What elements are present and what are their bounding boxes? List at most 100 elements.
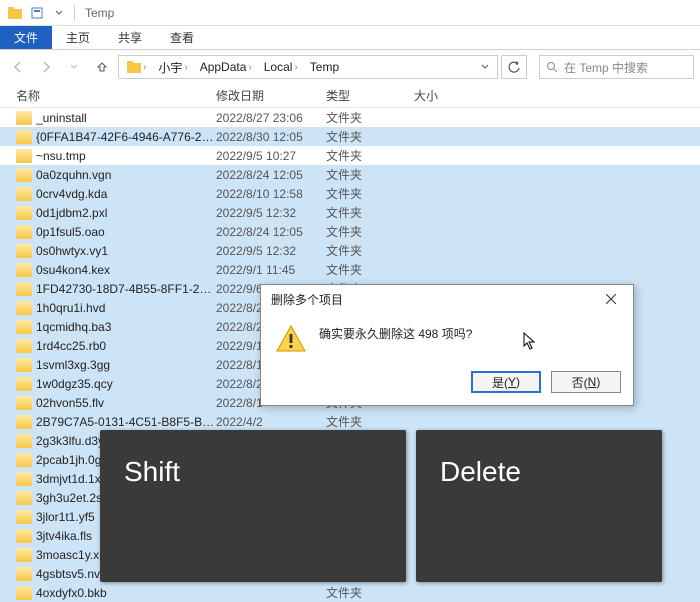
file-type: 文件夹 <box>326 128 414 145</box>
folder-icon <box>16 244 32 258</box>
dialog-buttons: 是(Y) 否(N) <box>261 363 633 405</box>
column-headers: 名称 修改日期 类型 大小 <box>0 84 700 108</box>
file-type: 文件夹 <box>326 147 414 164</box>
file-name: 1FD42730-18D7-4B55-8FF1-21CB1C9... <box>36 282 216 296</box>
ribbon-tabs: 文件 主页 共享 查看 <box>0 26 700 50</box>
folder-icon <box>16 225 32 239</box>
file-row[interactable]: 0p1fsul5.oao2022/8/24 12:05文件夹 <box>0 222 700 241</box>
breadcrumb-seg-2[interactable]: Local › <box>258 60 304 74</box>
refresh-button[interactable] <box>501 55 527 79</box>
search-input[interactable]: 在 Temp 中搜索 <box>539 55 694 79</box>
file-row[interactable]: 0crv4vdg.kda2022/8/10 12:58文件夹 <box>0 184 700 203</box>
file-name: 1qcmidhq.ba3 <box>36 320 216 334</box>
breadcrumb-seg-1[interactable]: AppData › <box>194 60 258 74</box>
properties-icon[interactable] <box>29 5 45 21</box>
folder-icon <box>16 377 32 391</box>
folder-icon <box>16 339 32 353</box>
file-name: 1rd4cc25.rb0 <box>36 339 216 353</box>
folder-icon <box>16 415 32 429</box>
folder-icon <box>16 434 32 448</box>
col-size[interactable]: 大小 <box>414 87 484 104</box>
dialog-no-button[interactable]: 否(N) <box>551 371 621 393</box>
breadcrumb-dropdown-icon[interactable] <box>475 63 495 71</box>
file-row[interactable]: 0s0hwtyx.vy12022/9/5 12:32文件夹 <box>0 241 700 260</box>
folder-icon <box>16 529 32 543</box>
file-type: 文件夹 <box>326 223 414 240</box>
window-titlebar: Temp <box>0 0 700 26</box>
quick-dropdown-icon[interactable] <box>51 5 67 21</box>
folder-icon <box>16 453 32 467</box>
file-name: 0su4kon4.kex <box>36 263 216 277</box>
tab-share[interactable]: 共享 <box>104 26 156 49</box>
close-icon <box>606 294 616 304</box>
file-name: 1svml3xg.3gg <box>36 358 216 372</box>
file-row[interactable]: _uninstall2022/8/27 23:06文件夹 <box>0 108 700 127</box>
file-name: ~nsu.tmp <box>36 149 216 163</box>
file-row[interactable]: 0a0zquhn.vgn2022/8/24 12:05文件夹 <box>0 165 700 184</box>
file-name: 02hvon55.flv <box>36 396 216 410</box>
file-row[interactable]: 4oxdyfx0.bkb文件夹 <box>0 583 700 602</box>
tab-view[interactable]: 查看 <box>156 26 208 49</box>
recent-dropdown[interactable] <box>62 55 86 79</box>
file-row[interactable]: 0su4kon4.kex2022/9/1 11:45文件夹 <box>0 260 700 279</box>
col-name[interactable]: 名称 <box>16 87 216 104</box>
file-name: 1h0qru1i.hvd <box>36 301 216 315</box>
file-name: 0d1jdbm2.pxl <box>36 206 216 220</box>
folder-icon <box>16 586 32 600</box>
folder-icon <box>16 320 32 334</box>
breadcrumb-seg-3[interactable]: Temp <box>304 60 345 74</box>
file-name: 0crv4vdg.kda <box>36 187 216 201</box>
dialog-yes-button[interactable]: 是(Y) <box>471 371 541 393</box>
file-name: 0s0hwtyx.vy1 <box>36 244 216 258</box>
folder-icon <box>16 187 32 201</box>
breadcrumb-root-icon[interactable]: › <box>121 61 152 73</box>
window-title: Temp <box>85 6 114 20</box>
col-date[interactable]: 修改日期 <box>216 87 326 104</box>
col-type[interactable]: 类型 <box>326 87 414 104</box>
warning-icon <box>275 323 307 355</box>
file-type: 文件夹 <box>326 261 414 278</box>
file-row[interactable]: 0d1jdbm2.pxl2022/9/5 12:32文件夹 <box>0 203 700 222</box>
key-overlay-shift: Shift <box>100 430 406 582</box>
breadcrumb-seg-0[interactable]: 小宇 › <box>152 59 193 76</box>
dialog-close-button[interactable] <box>595 288 627 310</box>
file-name: 4oxdyfx0.bkb <box>36 586 216 600</box>
key-label-shift: Shift <box>124 456 180 488</box>
file-name: {0FFA1B47-42F6-4946-A776-2CA55EC... <box>36 130 216 144</box>
folder-icon <box>16 472 32 486</box>
forward-button[interactable] <box>34 55 58 79</box>
back-button[interactable] <box>6 55 30 79</box>
tab-home[interactable]: 主页 <box>52 26 104 49</box>
file-row[interactable]: {0FFA1B47-42F6-4946-A776-2CA55EC...2022/… <box>0 127 700 146</box>
file-date: 2022/9/5 12:32 <box>216 244 326 258</box>
search-icon <box>546 61 558 73</box>
key-label-delete: Delete <box>440 456 521 488</box>
file-date: 2022/9/5 12:32 <box>216 206 326 220</box>
file-date: 2022/9/1 11:45 <box>216 263 326 277</box>
file-date: 2022/8/24 12:05 <box>216 168 326 182</box>
file-row[interactable]: ~nsu.tmp2022/9/5 10:27文件夹 <box>0 146 700 165</box>
folder-app-icon <box>7 5 23 21</box>
folder-icon <box>16 567 32 581</box>
file-date: 2022/4/2 <box>216 415 326 429</box>
file-name: 0p1fsul5.oao <box>36 225 216 239</box>
file-name: 0a0zquhn.vgn <box>36 168 216 182</box>
file-name: 2B79C7A5-0131-4C51-B8F5-B3EA469... <box>36 415 216 429</box>
navbar: › 小宇 › AppData › Local › Temp 在 Temp 中搜索 <box>0 50 700 84</box>
file-type: 文件夹 <box>326 166 414 183</box>
breadcrumb[interactable]: › 小宇 › AppData › Local › Temp <box>118 55 498 79</box>
tab-file[interactable]: 文件 <box>0 26 52 49</box>
file-date: 2022/9/5 10:27 <box>216 149 326 163</box>
file-row[interactable]: 2B79C7A5-0131-4C51-B8F5-B3EA469...2022/4… <box>0 412 700 431</box>
file-type: 文件夹 <box>326 242 414 259</box>
folder-icon <box>16 396 32 410</box>
folder-icon <box>16 149 32 163</box>
separator <box>74 5 75 21</box>
file-date: 2022/8/30 12:05 <box>216 130 326 144</box>
folder-icon <box>16 301 32 315</box>
up-button[interactable] <box>90 55 114 79</box>
dialog-titlebar: 删除多个项目 <box>261 285 633 313</box>
folder-icon <box>16 263 32 277</box>
file-date: 2022/8/24 12:05 <box>216 225 326 239</box>
key-overlay-delete: Delete <box>416 430 662 582</box>
